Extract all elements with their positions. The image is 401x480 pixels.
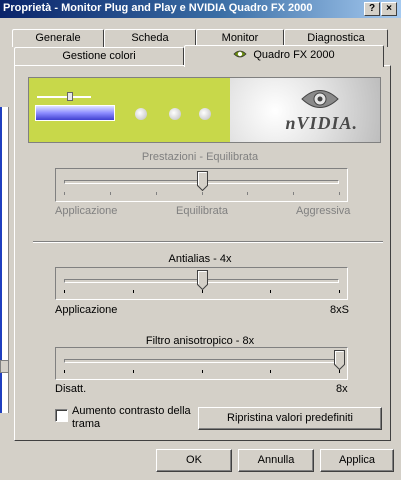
slider-tick [201,290,203,293]
antialias-title: Antialias - 4x [168,253,232,265]
slider-tick [109,192,111,195]
contrast-label-line1: Aumento contrasto della [72,405,191,417]
slider-tick [339,290,340,293]
slider-thumb[interactable] [334,350,345,370]
contrast-checkbox-label: Aumento contrasto della trama [72,405,191,431]
nvidia-banner: nVIDIA. [28,77,381,143]
nvidia-logo-text: nVIDIA. [285,113,358,133]
contrast-checkbox[interactable] [55,409,68,422]
nvidia-logo-icon [301,90,339,108]
antialias-label-max: 8xS [330,304,349,316]
slider-tick [339,370,340,373]
slider-tick [201,370,203,373]
tab-quadro-label: Quadro FX 2000 [253,49,335,61]
slider-tick [201,192,203,195]
restore-defaults-button[interactable]: Ripristina valori predefiniti [198,407,382,430]
slider-tick [64,192,65,195]
slider-tick [247,192,249,195]
tab-gestione-colori[interactable]: Gestione colori [14,47,184,66]
slider-thumb [196,171,208,191]
cancel-button[interactable]: Annulla [238,449,314,472]
slider-tick [132,370,134,373]
tab-quadro-fx-2000[interactable]: Quadro FX 2000 [184,45,384,67]
title-bar: Proprietà - Monitor Plug and Play e NVID… [0,0,401,18]
prestazioni-label-mid: Equilibrata [176,205,228,217]
slider-tick [155,192,157,195]
slider-tick [64,290,65,293]
prestazioni-label-min: Applicazione [55,205,118,217]
contrast-label-line2: trama [72,418,101,430]
window-title: Proprietà - Monitor Plug and Play e NVID… [3,2,313,14]
slider-tick [339,192,340,195]
ok-button[interactable]: OK [156,449,232,472]
slider-tick [132,290,134,293]
apply-button[interactable]: Applica [320,449,394,472]
prestazioni-label-max: Aggressiva [296,205,351,217]
antialias-label-min: Applicazione [55,304,118,316]
prestazioni-slider [55,168,348,202]
nvidia-eye-icon [233,50,247,58]
slider-tick [270,290,272,293]
slider-thumb[interactable] [196,270,208,290]
aniso-slider[interactable] [55,347,348,380]
aniso-label-max: 8x [336,383,348,395]
aniso-label-min: Disatt. [55,383,87,395]
tab-generale[interactable]: Generale [12,29,104,47]
antialias-slider[interactable] [55,267,348,300]
slider-tick [64,370,65,373]
aniso-title: Filtro anisotropico - 8x [145,335,255,347]
slider-tick [270,370,272,373]
help-button[interactable]: ? [364,2,380,16]
close-button[interactable]: × [381,2,397,16]
tab-scheda[interactable]: Scheda [104,29,196,47]
slider-tick [293,192,295,195]
background-window-edge [0,107,9,413]
separator [33,241,383,243]
prestazioni-title: Prestazioni - Equilibrata [141,151,259,163]
